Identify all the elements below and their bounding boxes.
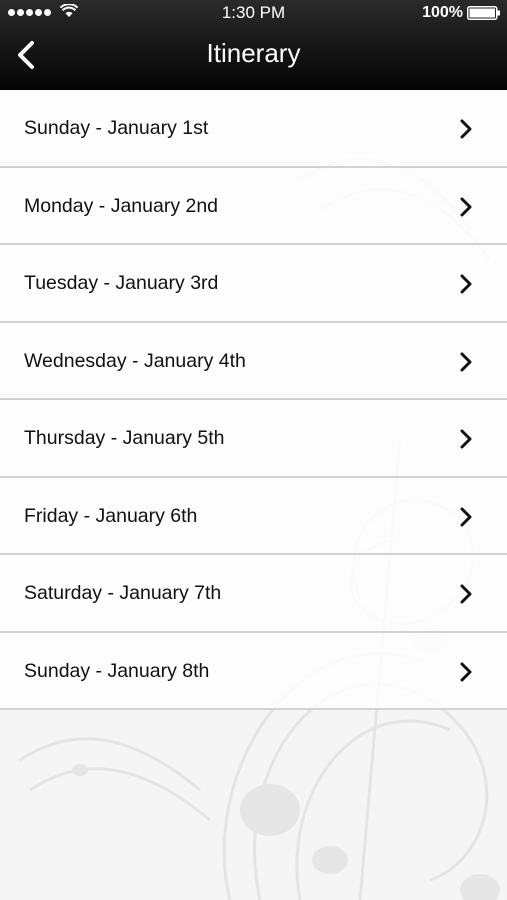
itinerary-list: Sunday - January 1st Monday - January 2n… (0, 90, 507, 710)
day-label: Monday - January 2nd (24, 194, 219, 217)
chevron-right-icon (460, 429, 472, 449)
day-label: Friday - January 6th (24, 504, 198, 527)
chevron-right-icon (460, 352, 472, 371)
chevron-right-icon (460, 584, 472, 604)
itinerary-day-row[interactable]: Thursday - January 5th (0, 400, 507, 478)
chevron-left-icon (18, 41, 34, 69)
itinerary-day-row[interactable]: Sunday - January 8th (0, 632, 507, 710)
page-title: Itinerary (206, 38, 301, 68)
status-bar: 1:30 PM 100% (0, 0, 507, 26)
day-label: Saturday - January 7th (24, 582, 222, 604)
battery-icon (467, 6, 500, 20)
app-header: 1:30 PM 100% Itinerary (0, 0, 507, 90)
itinerary-screen: 1:30 PM 100% Itinerary Sunday - January … (0, 0, 507, 900)
itinerary-day-row[interactable]: Friday - January 6th (0, 477, 507, 555)
chevron-right-icon (460, 662, 472, 681)
itinerary-day-row[interactable]: Tuesday - January 3rd (0, 245, 507, 323)
navigation-bar: Itinerary (0, 26, 507, 90)
itinerary-day-row[interactable]: Saturday - January 7th (0, 555, 507, 633)
day-label: Thursday - January 5th (24, 427, 225, 449)
chevron-right-icon (460, 507, 472, 526)
itinerary-day-row[interactable]: Monday - January 2nd (0, 167, 507, 245)
chevron-right-icon (460, 274, 472, 294)
day-label: Sunday - January 8th (24, 659, 210, 682)
back-button[interactable] (8, 36, 48, 76)
itinerary-day-row[interactable]: Wednesday - January 4th (0, 322, 507, 400)
itinerary-day-row[interactable]: Sunday - January 1st (0, 90, 507, 168)
chevron-right-icon (460, 197, 472, 216)
battery-percent: 100% (422, 4, 463, 21)
day-label: Wednesday - January 4th (24, 349, 246, 372)
day-label: Sunday - January 1st (24, 117, 209, 139)
day-label: Tuesday - January 3rd (24, 272, 219, 294)
chevron-right-icon (460, 119, 472, 139)
